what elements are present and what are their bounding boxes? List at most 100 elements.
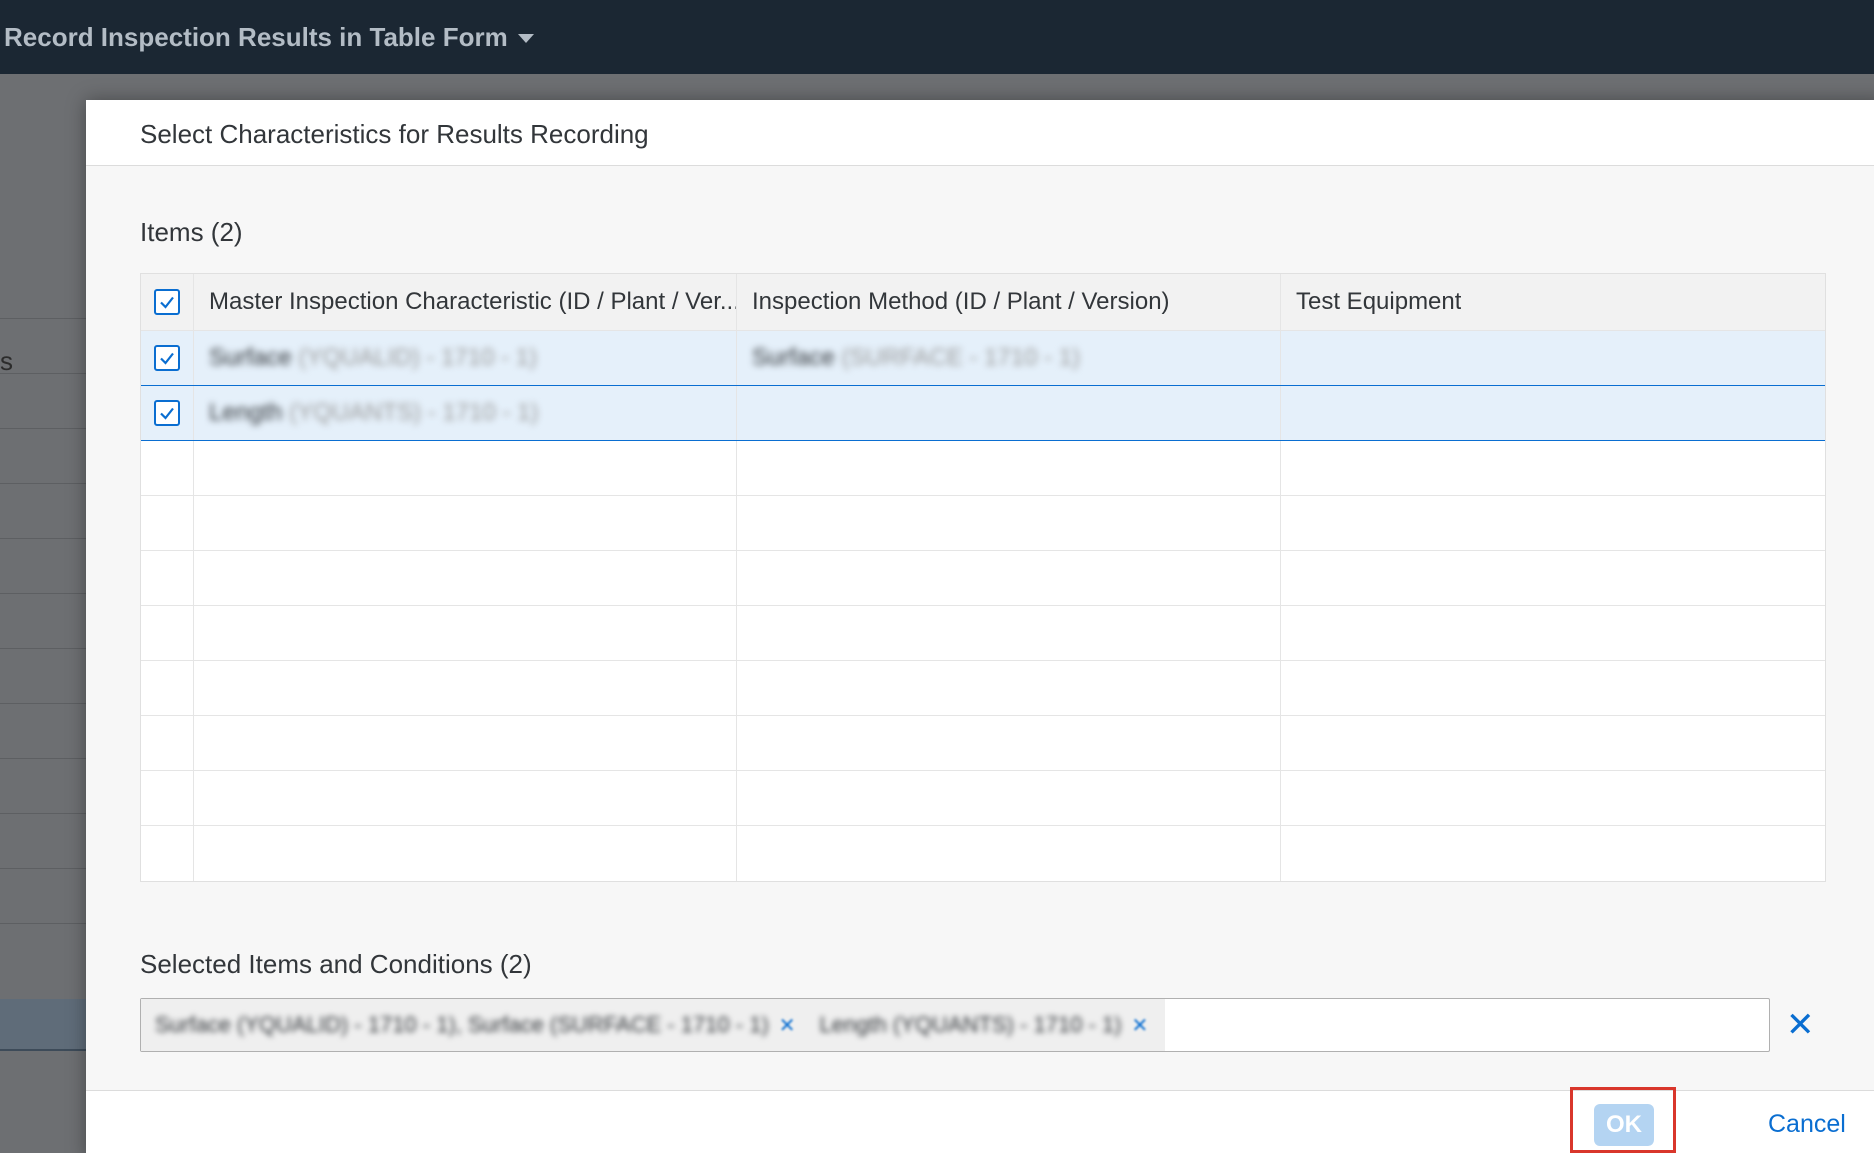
empty-cell <box>1281 661 1825 715</box>
table-row[interactable]: Surface (YQUALID) - 1710 - 1) Surface (S… <box>141 331 1825 386</box>
column-header-label: Inspection Method (ID / Plant / Version) <box>752 288 1170 315</box>
background-selected-row <box>0 999 90 1051</box>
empty-cell <box>194 661 737 715</box>
token[interactable]: Length (YQUANTS) - 1710 - 1) ✕ <box>820 1012 1149 1038</box>
empty-cell <box>194 551 737 605</box>
row-checkbox[interactable] <box>154 345 180 371</box>
column-header-label: Test Equipment <box>1296 288 1462 315</box>
empty-cell <box>737 661 1281 715</box>
token-label: Length (YQUANTS) - 1710 - 1) <box>819 1012 1122 1037</box>
empty-row <box>141 441 1825 496</box>
empty-cell <box>737 716 1281 770</box>
row-select-cell <box>141 331 194 385</box>
method-value: Surface (SURFACE - 1710 - 1) <box>752 344 1080 372</box>
app-title-menu[interactable]: Record Inspection Results in Table Form <box>4 22 534 53</box>
background-row-divider <box>0 923 90 924</box>
empty-cell <box>737 441 1281 495</box>
row-checkbox[interactable] <box>154 400 180 426</box>
empty-cell <box>737 496 1281 550</box>
empty-row <box>141 826 1825 881</box>
empty-cell <box>194 771 737 825</box>
background-row-divider <box>0 318 90 319</box>
empty-cell <box>737 826 1281 881</box>
mic-meta: (YQUANTS) - 1710 - 1) <box>289 399 539 426</box>
background-row-divider <box>0 648 90 649</box>
method-cell: Surface (SURFACE - 1710 - 1) <box>737 331 1281 385</box>
empty-cell <box>1281 496 1825 550</box>
background-row-divider <box>0 813 90 814</box>
row-select-cell <box>141 386 194 440</box>
background-row-divider <box>0 538 90 539</box>
empty-cell <box>141 551 194 605</box>
cancel-button[interactable]: Cancel <box>1768 1110 1846 1139</box>
background-row-divider <box>0 868 90 869</box>
empty-row <box>141 661 1825 716</box>
select-all-checkbox[interactable] <box>154 289 180 315</box>
remove-token-icon[interactable]: ✕ <box>779 1013 796 1038</box>
select-characteristics-dialog: Select Characteristics for Results Recor… <box>86 100 1874 1153</box>
empty-cell <box>1281 826 1825 881</box>
checkmark-icon <box>160 407 174 420</box>
selected-items-title: Selected Items and Conditions (2) <box>140 949 532 979</box>
empty-cell <box>141 771 194 825</box>
empty-cell <box>194 441 737 495</box>
items-table: Master Inspection Characteristic (ID / P… <box>140 273 1826 882</box>
checkmark-icon <box>160 352 174 365</box>
empty-cell <box>194 496 737 550</box>
column-header-mic[interactable]: Master Inspection Characteristic (ID / P… <box>194 274 737 330</box>
token[interactable]: Surface (YQUALID) - 1710 - 1), Surface (… <box>155 1012 796 1038</box>
empty-cell <box>194 826 737 881</box>
mic-cell: Surface (YQUALID) - 1710 - 1) <box>194 331 737 385</box>
empty-row <box>141 771 1825 826</box>
empty-cell <box>141 441 194 495</box>
method-name: Surface <box>752 344 835 371</box>
selected-items-tokenizer[interactable]: Surface (YQUALID) - 1710 - 1), Surface (… <box>140 998 1770 1052</box>
empty-cell <box>194 606 737 660</box>
empty-cell <box>141 606 194 660</box>
mic-value: Length (YQUANTS) - 1710 - 1) <box>209 399 538 427</box>
empty-row <box>141 716 1825 771</box>
items-title: Items (2) <box>140 217 243 247</box>
empty-row <box>141 551 1825 606</box>
background-row-divider <box>0 373 90 374</box>
empty-row <box>141 606 1825 661</box>
dialog-title: Select Characteristics for Results Recor… <box>140 119 649 149</box>
mic-meta: (YQUALID) - 1710 - 1) <box>298 344 538 371</box>
mic-value: Surface (YQUALID) - 1710 - 1) <box>209 344 537 372</box>
background-row-divider <box>0 593 90 594</box>
method-meta: (SURFACE - 1710 - 1) <box>841 344 1081 371</box>
empty-cell <box>1281 441 1825 495</box>
empty-cell <box>1281 606 1825 660</box>
checkmark-icon <box>160 296 174 309</box>
empty-cell <box>737 606 1281 660</box>
equipment-cell <box>1281 386 1825 440</box>
column-header-method[interactable]: Inspection Method (ID / Plant / Version) <box>737 274 1281 330</box>
select-all-cell <box>141 274 194 330</box>
empty-cell <box>1281 551 1825 605</box>
mic-cell: Length (YQUANTS) - 1710 - 1) <box>194 386 737 440</box>
empty-cell <box>141 716 194 770</box>
column-header-equipment[interactable]: Test Equipment <box>1281 274 1825 330</box>
background-row-divider <box>0 428 90 429</box>
method-cell <box>737 386 1281 440</box>
table-header-row: Master Inspection Characteristic (ID / P… <box>141 274 1825 331</box>
empty-cell <box>737 771 1281 825</box>
chevron-down-icon[interactable] <box>517 34 534 43</box>
empty-row <box>141 496 1825 551</box>
background-row-divider <box>0 703 90 704</box>
dialog-header: Select Characteristics for Results Recor… <box>86 100 1874 166</box>
shell-header: Record Inspection Results in Table Form <box>0 0 1874 74</box>
empty-cell <box>141 661 194 715</box>
clear-all-icon[interactable]: ✕ <box>1786 1008 1815 1042</box>
ok-button[interactable]: OK <box>1594 1104 1654 1146</box>
background-row-divider <box>0 483 90 484</box>
table-row[interactable]: Length (YQUANTS) - 1710 - 1) <box>141 386 1825 441</box>
empty-cell <box>141 496 194 550</box>
column-header-label: Master Inspection Characteristic (ID / P… <box>209 288 736 315</box>
mic-name: Length <box>209 399 283 426</box>
empty-cell <box>737 551 1281 605</box>
empty-cell <box>194 716 737 770</box>
token-list: Surface (YQUALID) - 1710 - 1), Surface (… <box>141 999 1165 1051</box>
remove-token-icon[interactable]: ✕ <box>1132 1013 1149 1038</box>
background-row-divider <box>0 758 90 759</box>
